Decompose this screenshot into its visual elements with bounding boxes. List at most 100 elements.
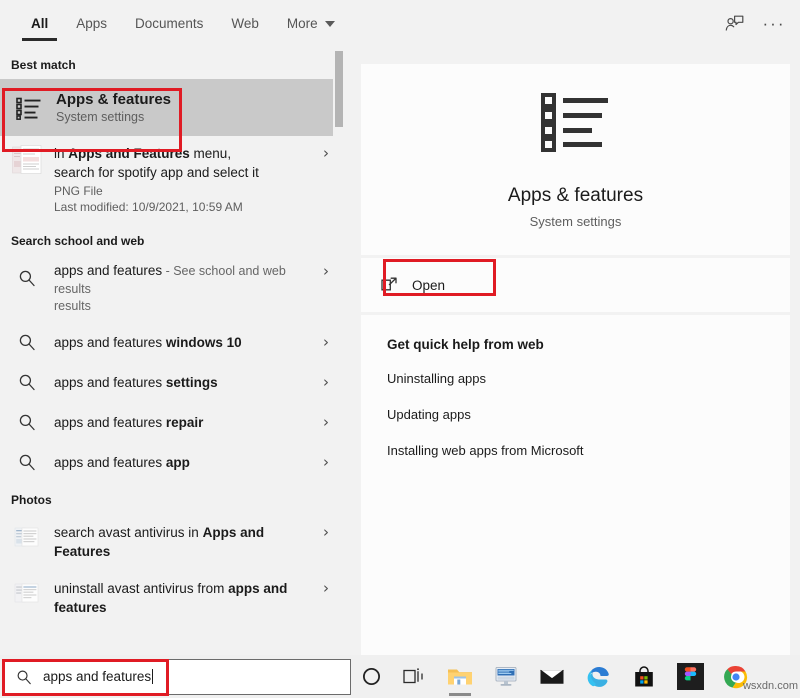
results-list[interactable]: Best match — [0, 47, 345, 655]
result-web-2-prefix: apps and features — [54, 375, 166, 390]
feedback-button[interactable] — [712, 0, 756, 47]
result-web-1-suffix: windows 10 — [166, 335, 242, 350]
more-options-button[interactable]: ··· — [756, 0, 800, 47]
microsoft-edge-icon — [586, 665, 610, 689]
result-png-file-text: in Apps and Features menu, search for sp… — [54, 144, 313, 215]
taskbar-icons — [351, 655, 759, 698]
open-external-icon — [381, 277, 398, 293]
result-web-4-text: apps and features app — [54, 454, 313, 471]
open-action-card: Open — [361, 258, 790, 312]
quick-help-link-updating-apps[interactable]: Updating apps — [387, 407, 790, 422]
mail-icon — [539, 667, 565, 687]
taskbar-file-explorer-button[interactable] — [437, 655, 483, 698]
result-photo-0-plain: search avast antivirus in — [54, 525, 203, 540]
tab-more[interactable]: More — [273, 0, 349, 47]
watermark: wsxdn.com — [743, 680, 798, 692]
text-caret — [152, 669, 153, 684]
png-title-part1: in — [54, 146, 68, 161]
search-value-text: apps and features — [43, 669, 151, 684]
result-web-4-title: apps and features app — [54, 454, 313, 471]
result-web-3-title: apps and features repair — [54, 414, 313, 431]
search-icon — [11, 406, 43, 438]
result-web-0-title: apps and features - See school and web r… — [54, 262, 313, 298]
taskbar-cortana-button[interactable] — [351, 655, 391, 698]
search-icon — [11, 326, 43, 358]
result-web-4[interactable]: apps and features app › — [0, 442, 345, 482]
search-tab-bar: All Apps Documents Web More — [0, 0, 800, 47]
search-icon — [11, 446, 43, 478]
tab-web-label: Web — [231, 16, 259, 31]
windows-search-screen: All Apps Documents Web More — [0, 0, 800, 698]
result-best-match-apps-and-features[interactable]: Apps & features System settings — [0, 79, 345, 136]
png-title-line2: search for spotify app and select it — [54, 165, 259, 180]
file-explorer-icon — [447, 666, 473, 688]
search-body: Best match — [0, 47, 800, 655]
png-title-bold: Apps and Features — [68, 146, 190, 161]
open-button-label: Open — [412, 278, 445, 293]
cortana-icon — [362, 667, 381, 686]
result-web-4-prefix: apps and features — [54, 455, 166, 470]
result-web-1[interactable]: apps and features windows 10 › — [0, 322, 345, 362]
tab-apps-label: Apps — [76, 16, 107, 31]
result-web-0-query: apps and features — [54, 263, 162, 278]
tab-more-label: More — [287, 16, 318, 31]
taskbar-search-value: apps and features — [43, 669, 153, 684]
taskbar-remote-desktop-button[interactable] — [483, 655, 529, 698]
result-web-1-prefix: apps and features — [54, 335, 166, 350]
result-photo-0-text: search avast antivirus in Apps and Featu… — [54, 523, 313, 561]
photo-thumbnail-icon — [11, 523, 43, 555]
result-web-3-prefix: apps and features — [54, 415, 166, 430]
result-web-0[interactable]: apps and features - See school and web r… — [0, 255, 345, 322]
result-web-0-text: apps and features - See school and web r… — [54, 262, 313, 315]
result-photo-1-plain: uninstall avast antivirus from — [54, 581, 228, 596]
tab-all-label: All — [31, 16, 48, 31]
chevron-down-icon — [325, 21, 335, 27]
result-png-file-type: PNG File — [54, 183, 313, 199]
quick-help-link-installing-web-apps[interactable]: Installing web apps from Microsoft — [387, 443, 790, 458]
result-web-0-wrap: results — [54, 298, 313, 315]
result-best-match-title: Apps & features — [56, 91, 339, 108]
search-flyout: All Apps Documents Web More — [0, 0, 800, 655]
result-web-1-title: apps and features windows 10 — [54, 334, 313, 351]
result-photo-1-title: uninstall avast antivirus from apps and … — [54, 579, 313, 617]
result-best-match-text: Apps & features System settings — [56, 91, 339, 125]
taskbar-microsoft-store-button[interactable] — [621, 655, 667, 698]
taskbar-search-input[interactable]: apps and features — [4, 659, 351, 695]
tab-bar-spacer — [349, 0, 712, 47]
taskbar-microsoft-edge-button[interactable] — [575, 655, 621, 698]
figma-icon — [677, 663, 704, 690]
result-photo-1[interactable]: uninstall avast antivirus from apps and … — [0, 570, 345, 626]
result-web-2-title: apps and features settings — [54, 374, 313, 391]
result-web-3-text: apps and features repair — [54, 414, 313, 431]
apps-features-list-icon — [541, 91, 611, 158]
preview-pane: Apps & features System settings Open — [345, 47, 800, 655]
tab-all[interactable]: All — [17, 0, 62, 47]
scrollbar-thumb[interactable] — [335, 51, 343, 127]
taskbar: apps and features — [0, 655, 800, 698]
photo-thumbnail-icon — [11, 579, 43, 611]
result-web-3-suffix: repair — [166, 415, 204, 430]
results-scrollbar[interactable] — [333, 47, 345, 655]
taskbar-mail-button[interactable] — [529, 655, 575, 698]
png-title-part2: menu, — [190, 146, 231, 161]
result-png-file-modified: Last modified: 10/9/2021, 10:59 AM — [54, 199, 313, 215]
taskbar-task-view-button[interactable] — [391, 655, 437, 698]
search-icon — [16, 669, 32, 685]
result-photo-0[interactable]: search avast antivirus in Apps and Featu… — [0, 514, 345, 570]
tab-apps[interactable]: Apps — [62, 0, 121, 47]
open-button[interactable]: Open — [369, 270, 467, 300]
result-web-2[interactable]: apps and features settings › — [0, 362, 345, 402]
result-png-file[interactable]: in Apps and Features menu, search for sp… — [0, 136, 345, 223]
tab-documents[interactable]: Documents — [121, 0, 217, 47]
preview-subtitle: System settings — [530, 214, 622, 229]
quick-help-link-uninstalling-apps[interactable]: Uninstalling apps — [387, 371, 790, 386]
taskbar-figma-button[interactable] — [667, 655, 713, 698]
result-best-match-subtitle: System settings — [56, 109, 339, 125]
remote-desktop-icon — [493, 666, 519, 688]
section-header-search-school-and-web: Search school and web — [0, 223, 345, 255]
result-web-3[interactable]: apps and features repair › — [0, 402, 345, 442]
result-web-2-text: apps and features settings — [54, 374, 313, 391]
tab-web[interactable]: Web — [217, 0, 273, 47]
result-photo-0-title: search avast antivirus in Apps and Featu… — [54, 523, 313, 561]
apps-features-list-icon — [13, 92, 45, 124]
